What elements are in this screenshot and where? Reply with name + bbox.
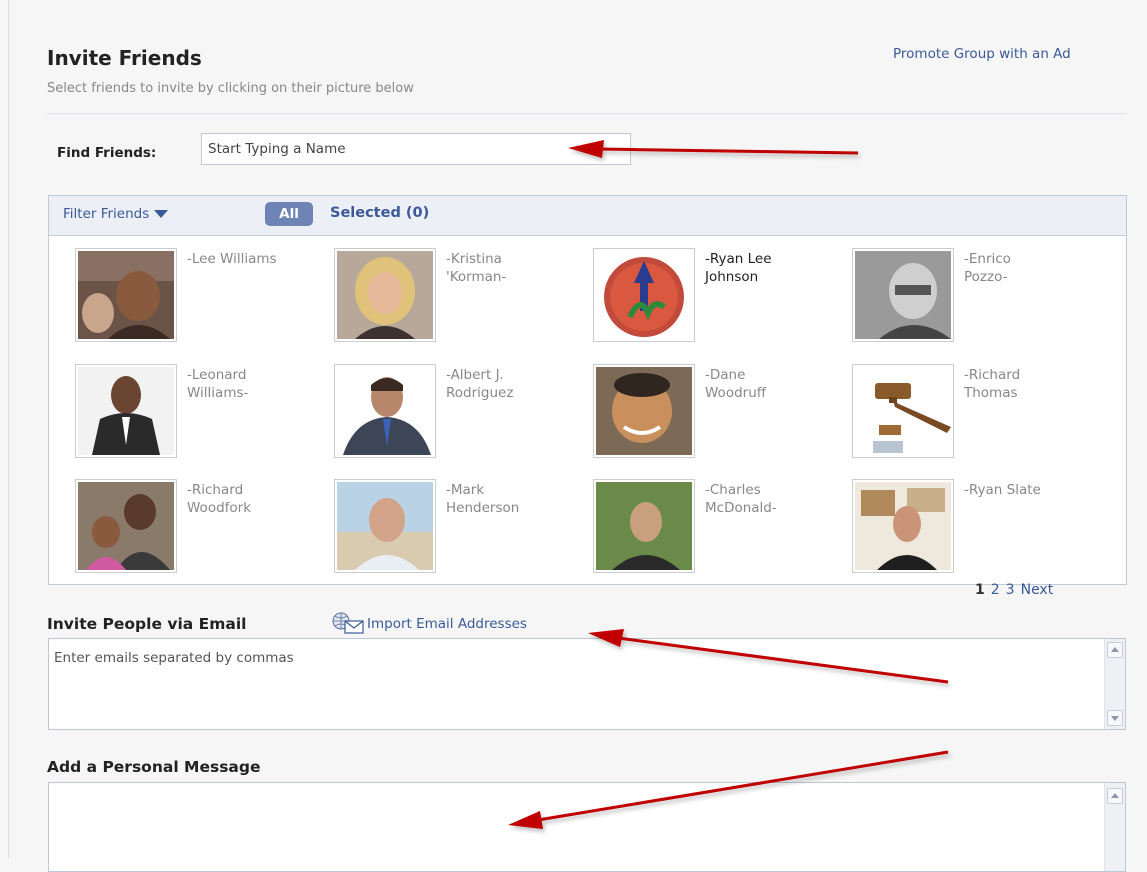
scroll-down-icon[interactable] (1107, 710, 1123, 726)
friend-item[interactable]: -Charles McDonald- (593, 479, 833, 579)
friend-name: McDonald- (705, 500, 777, 516)
friend-name: -Dane (705, 367, 746, 383)
friend-photo (75, 248, 177, 342)
email-scrollbar[interactable] (1104, 639, 1125, 729)
selected-tab[interactable]: Selected (0) (330, 205, 429, 221)
filter-friends-dropdown[interactable]: Filter Friends (63, 206, 169, 222)
pagination: 1 2 3 Next (975, 582, 1059, 598)
friend-name: -Enrico (964, 251, 1011, 267)
email-placeholder: Enter emails separated by commas (54, 650, 294, 666)
invite-email-heading: Invite People via Email (47, 615, 247, 633)
filter-friends-label: Filter Friends (63, 206, 150, 222)
friend-name: -Ryan Lee (705, 251, 772, 267)
personal-message-textarea[interactable] (48, 782, 1126, 872)
friend-item[interactable]: -Dane Woodruff (593, 364, 833, 464)
import-email-icon[interactable] (331, 612, 365, 638)
next-page-link[interactable]: Next (1021, 582, 1054, 598)
friend-name: -Charles (705, 482, 761, 498)
header-divider (47, 113, 1127, 114)
friend-photo (334, 364, 436, 458)
friend-item[interactable]: -Mark Henderson (334, 479, 574, 579)
friend-name: Woodruff (705, 385, 767, 401)
caret-down-icon (154, 210, 169, 218)
friend-name: -Lee Williams (187, 251, 277, 267)
friend-photo (334, 479, 436, 573)
promote-group-link[interactable]: Promote Group with an Ad (893, 46, 1071, 62)
friend-name: -Richard (964, 367, 1021, 383)
friend-name: Henderson (446, 500, 520, 516)
friend-item[interactable]: -Richard Woodfork (75, 479, 315, 579)
friend-item[interactable]: -Leonard Williams- (75, 364, 315, 464)
page-current: 1 (975, 582, 985, 598)
friend-photo (593, 248, 695, 342)
page-title: Invite Friends (47, 46, 202, 70)
import-email-link[interactable]: Import Email Addresses (367, 616, 527, 632)
friend-name: Thomas (964, 385, 1018, 401)
friend-name: -Kristina (446, 251, 502, 267)
personal-message-heading: Add a Personal Message (47, 758, 261, 776)
friend-item[interactable]: -Ryan Lee Johnson (593, 248, 833, 348)
friend-item[interactable]: -Richard Thomas (852, 364, 1092, 464)
friend-item[interactable]: -Albert J. Rodriguez (334, 364, 574, 464)
find-friends-label: Find Friends: (57, 145, 157, 161)
page-link-2[interactable]: 2 (991, 582, 1000, 598)
page-subtitle: Select friends to invite by clicking on … (47, 81, 414, 96)
friend-item[interactable]: -Kristina 'Korman- (334, 248, 574, 348)
friend-name: Johnson (705, 269, 759, 285)
friend-photo (334, 248, 436, 342)
left-border (8, 0, 9, 858)
friend-name: Pozzo- (964, 269, 1008, 285)
friend-item[interactable]: -Enrico Pozzo- (852, 248, 1092, 348)
scroll-up-icon[interactable] (1107, 642, 1123, 658)
find-friends-input[interactable] (201, 133, 631, 165)
friend-photo (852, 479, 954, 573)
friend-name: Williams- (187, 385, 249, 401)
friend-name: -Mark (446, 482, 485, 498)
friend-name: -Richard (187, 482, 244, 498)
scroll-up-icon[interactable] (1107, 788, 1123, 804)
friend-photo (852, 364, 954, 458)
friend-photo (852, 248, 954, 342)
friend-item[interactable]: -Lee Williams (75, 248, 315, 348)
friend-photo (75, 479, 177, 573)
friend-photo (593, 479, 695, 573)
filter-bar (49, 196, 1126, 236)
page-link-3[interactable]: 3 (1006, 582, 1015, 598)
friend-item[interactable]: -Ryan Slate (852, 479, 1092, 579)
all-tab-button[interactable]: All (265, 202, 313, 226)
friend-name: -Leonard (187, 367, 247, 383)
friend-name: Woodfork (187, 500, 252, 516)
friend-name: -Albert J. (446, 367, 504, 383)
friend-name: -Ryan Slate (964, 482, 1041, 498)
friend-photo (593, 364, 695, 458)
friend-photo (75, 364, 177, 458)
friend-name: Rodriguez (446, 385, 514, 401)
friend-name: 'Korman- (446, 269, 507, 285)
